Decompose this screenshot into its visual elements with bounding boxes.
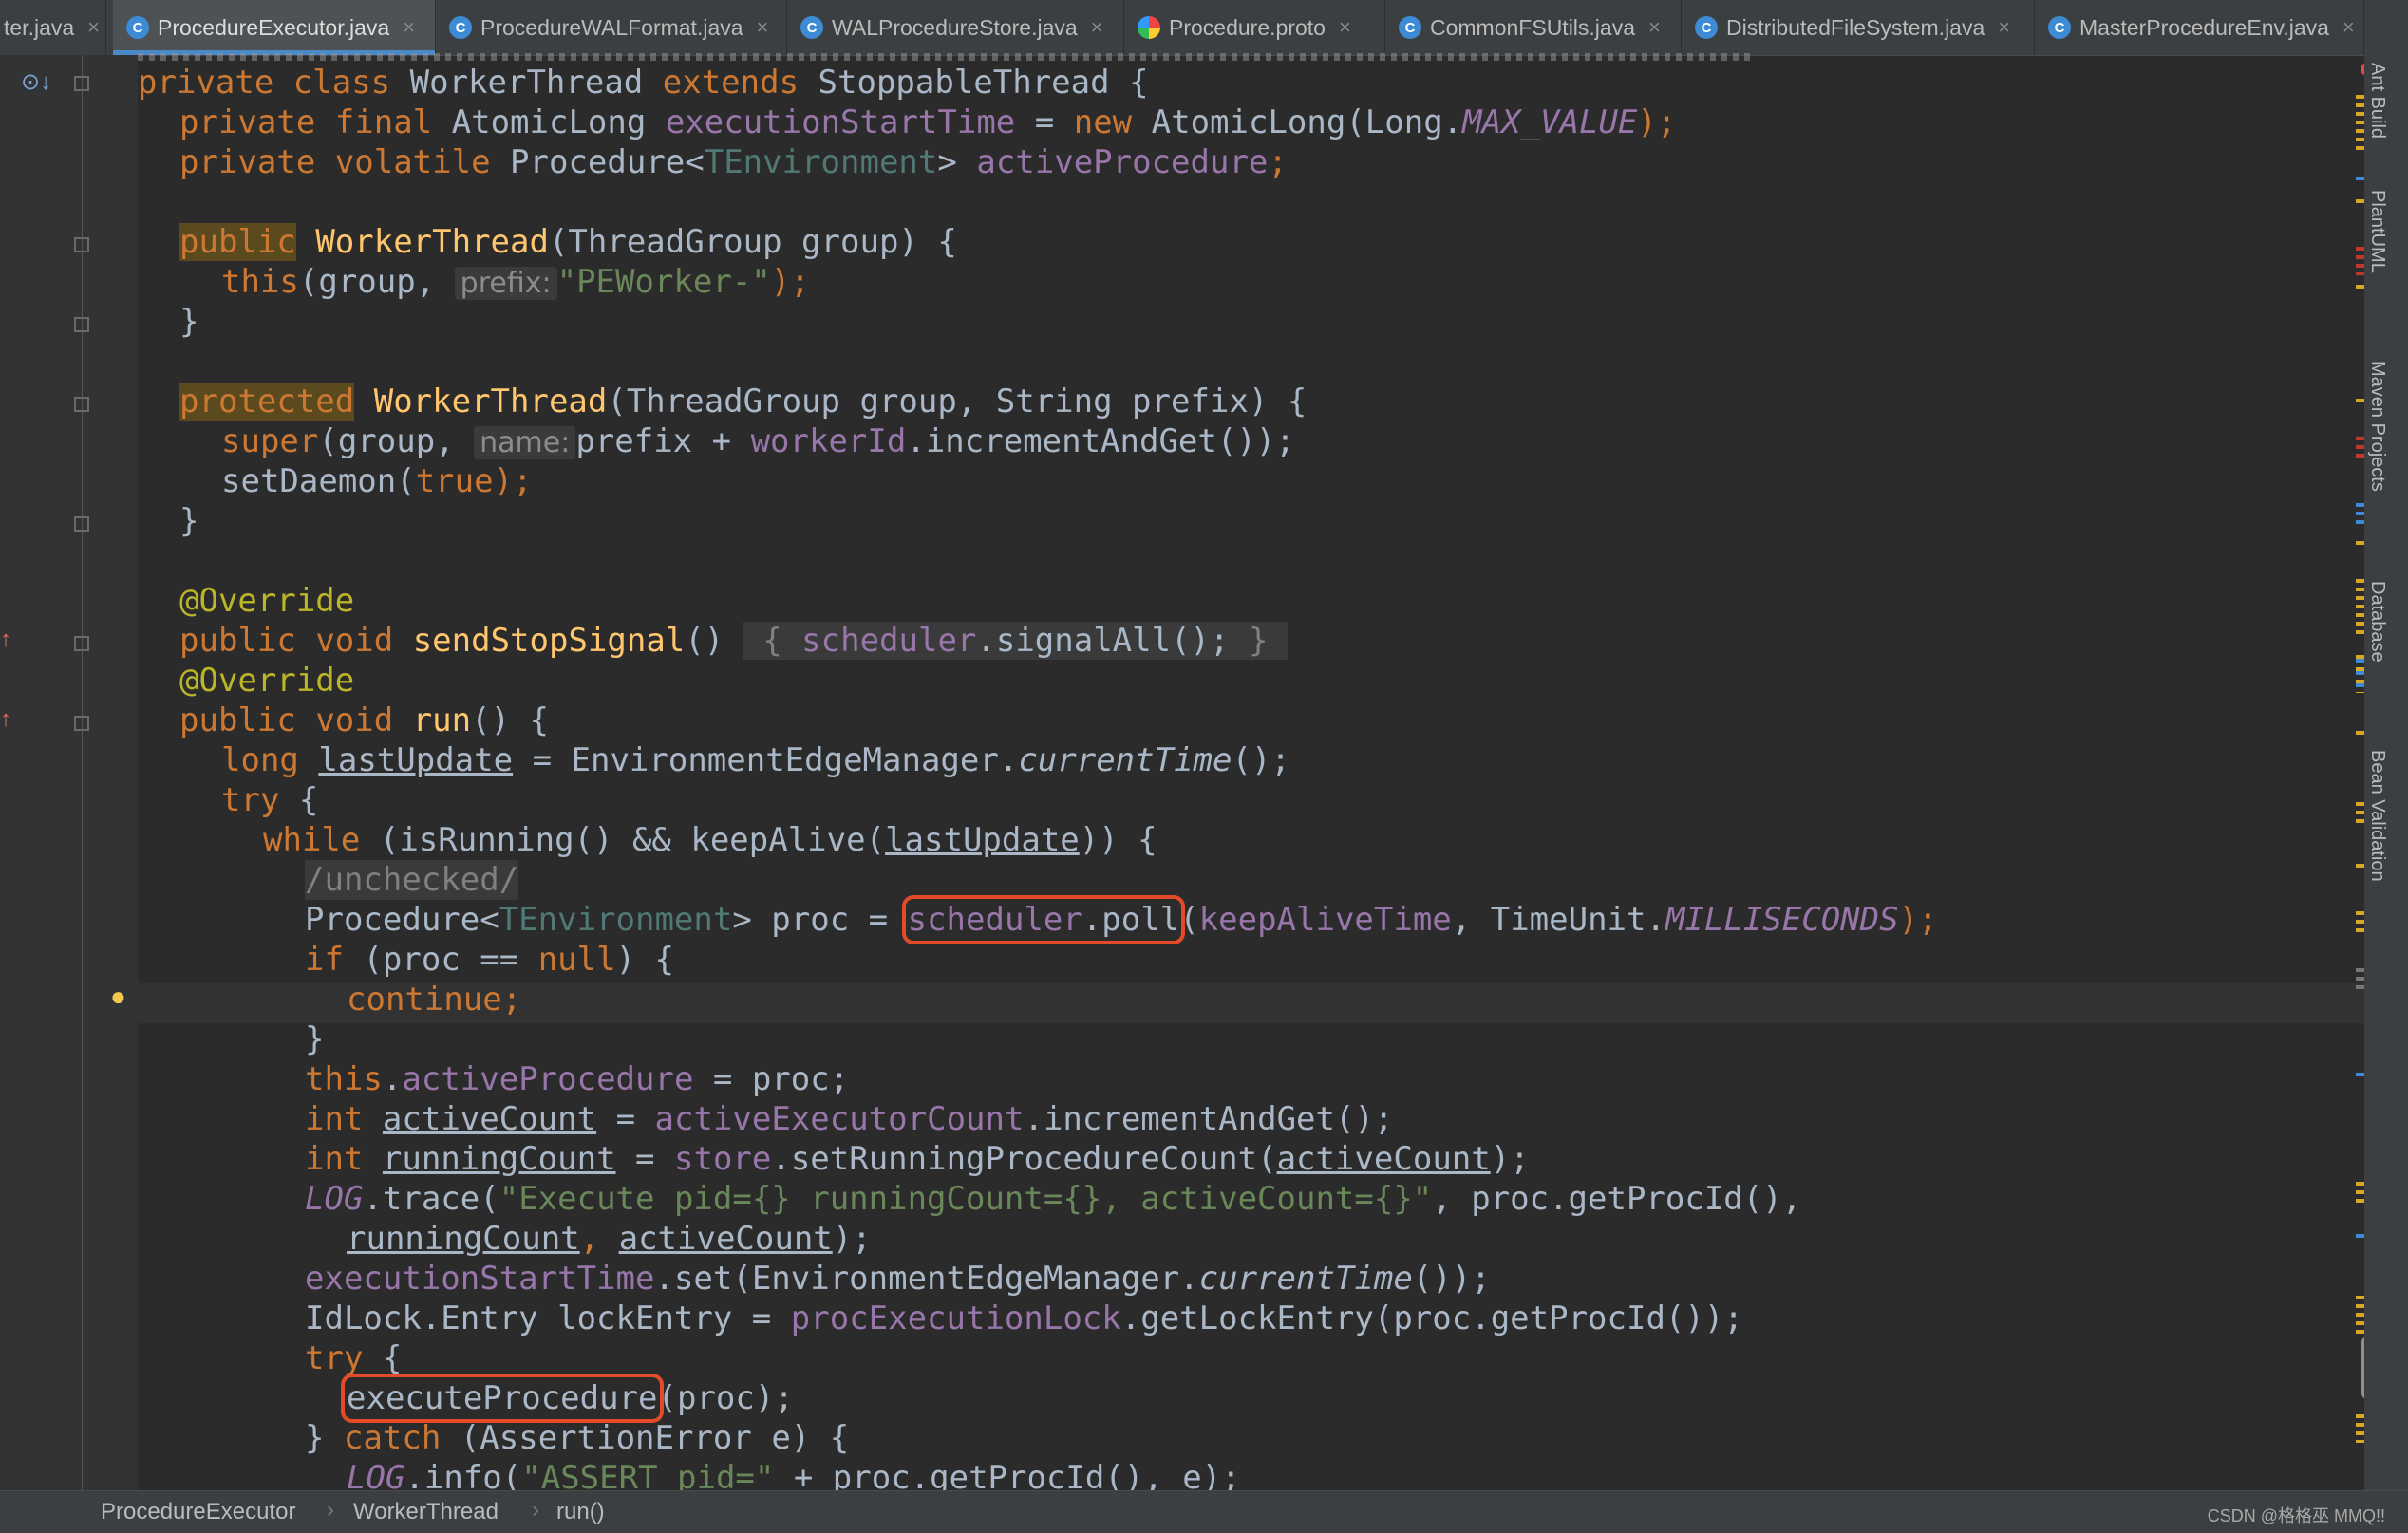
code-line: try { [305,1339,403,1377]
close-icon[interactable]: × [1091,15,1103,40]
tab-distributed-file-system[interactable]: C DistributedFileSystem.java × [1682,0,2035,55]
tab-label: MasterProcedureEnv.java [2079,14,2329,40]
tab-procedure-executor[interactable]: C ProcedureExecutor.java × [113,0,436,55]
code-line: executeProcedure(proc); [341,1374,794,1423]
highlight-box: scheduler.poll [901,895,1186,944]
code-line: IdLock.Entry lockEntry = procExecutionLo… [305,1299,1743,1337]
close-icon[interactable]: × [1998,15,2010,40]
gutter-divider [82,55,83,1490]
tab-procedure-proto[interactable]: Procedure.proto × [1124,0,1385,55]
tab-ter-java[interactable]: ter.java × [0,0,106,55]
code-line: } [179,303,199,341]
class-icon: C [449,16,472,39]
tab-label: ProcedureWALFormat.java [480,14,743,40]
code-line: } [179,502,199,540]
fold-marker[interactable] [74,397,89,412]
parameter-hint: name: [474,426,576,459]
code-line: continue; [347,981,522,1019]
class-icon: C [126,16,149,39]
code-line: while (isRunning() && keepAlive(lastUpda… [263,821,1157,859]
class-icon: C [2048,16,2071,39]
close-icon[interactable]: × [1648,15,1661,40]
code-line: try { [221,781,319,819]
fold-marker[interactable] [74,716,89,731]
code-line: executionStartTime.set(EnvironmentEdgeMa… [305,1260,1491,1298]
code-line: super(group, name: prefix + workerId.incr… [221,422,1295,460]
fold-marker[interactable] [74,317,89,332]
tab-label: CommonFSUtils.java [1430,14,1635,40]
close-icon[interactable]: × [2342,15,2355,40]
code-line: @Override [179,582,355,620]
overrides-icon[interactable]: ⊙↓ [21,68,51,96]
editor-gutter[interactable] [0,55,138,1490]
close-icon[interactable]: × [1339,15,1351,40]
code-line: public WorkerThread(ThreadGroup group) { [179,223,957,261]
fold-marker[interactable] [74,516,89,532]
code-line: this.activeProcedure = proc; [305,1060,850,1098]
code-line: int runningCount = store.setRunningProce… [305,1140,1530,1178]
code-line: if (proc == null) { [305,941,674,979]
tab-label: WALProcedureStore.java [832,14,1078,40]
close-icon[interactable]: × [87,15,100,40]
proto-file-icon [1138,16,1160,39]
tab-label: ter.java [4,14,75,40]
code-line: public void sendStopSignal() { scheduler… [179,621,1288,661]
tab-common-fs-utils[interactable]: C CommonFSUtils.java × [1385,0,1682,55]
tool-window-bean-validation[interactable]: Bean Validation [2366,750,2388,882]
code-editor[interactable]: private class WorkerThread extends Stopp… [138,55,2364,1490]
fold-marker[interactable] [74,636,89,651]
implements-method-icon[interactable]: ↑ [0,706,11,733]
tab-master-procedure-env[interactable]: C MasterProcedureEnv.java × [2035,0,2364,55]
close-icon[interactable]: × [757,15,769,40]
code-line: } catch (AssertionError e) { [305,1419,850,1457]
tab-label: ProcedureExecutor.java [158,14,390,40]
lightbulb-icon[interactable]: ● [110,981,126,1012]
code-line: setDaemon(true); [221,462,533,500]
class-icon: C [1399,16,1421,39]
breadcrumb: ProcedureExecutor › WorkerThread › run()… [0,1490,2408,1533]
fold-marker[interactable] [74,237,89,252]
tab-label: DistributedFileSystem.java [1726,14,1985,40]
class-icon: C [1695,16,1718,39]
code-line: long lastUpdate = EnvironmentEdgeManager… [221,741,1290,779]
code-line: private volatile Procedure<TEnvironment>… [179,143,1288,181]
breadcrumb-method[interactable]: run() [556,1499,605,1525]
tool-window-plantuml[interactable]: PlantUML [2366,190,2388,273]
tool-window-maven-projects[interactable]: Maven Projects [2366,361,2388,492]
code-line: this(group, prefix: "PEWorker-"); [221,263,810,301]
code-line: protected WorkerThread(ThreadGroup group… [179,383,1307,421]
close-icon[interactable]: × [403,15,415,40]
highlight-box: executeProcedure [341,1374,664,1423]
breadcrumb-inner-class[interactable]: WorkerThread [353,1499,499,1525]
watermark: CSDN @格格巫 MMQ!! [2207,1506,2385,1525]
code-line: public void run() { [179,701,549,739]
code-line: Procedure<TEnvironment> proc = scheduler… [305,895,1938,944]
tool-window-database[interactable]: Database [2366,581,2388,663]
code-line: LOG.info("ASSERT pid=" + proc.getProcId(… [347,1459,1241,1490]
chevron-right-icon: › [327,1497,334,1523]
code-line: /unchecked/ [305,860,519,900]
tool-window-ant-build[interactable]: Ant Build [2366,63,2388,139]
code-line: private class WorkerThread extends Stopp… [138,64,1149,102]
editor-tab-bar: ter.java × C ProcedureExecutor.java × C … [0,0,2408,56]
fold-marker[interactable] [74,76,89,91]
tab-wal-procedure-store[interactable]: C WALProcedureStore.java × [787,0,1124,55]
code-line: } [305,1020,325,1058]
code-line: int activeCount = activeExecutorCount.in… [305,1100,1394,1138]
chevron-right-icon: › [532,1497,539,1523]
code-line: private final AtomicLong executionStartT… [179,103,1677,141]
code-line: @Override [179,662,355,700]
tab-procedure-wal-format[interactable]: C ProcedureWALFormat.java × [436,0,787,55]
implements-method-icon[interactable]: ↑ [0,626,11,653]
tab-label: Procedure.proto [1169,14,1326,40]
breadcrumb-class[interactable]: ProcedureExecutor [101,1499,295,1525]
class-icon: C [800,16,823,39]
code-line: runningCount, activeCount); [347,1220,872,1258]
parameter-hint: prefix: [454,267,557,300]
code-line: LOG.trace("Execute pid={} runningCount={… [305,1180,1802,1218]
